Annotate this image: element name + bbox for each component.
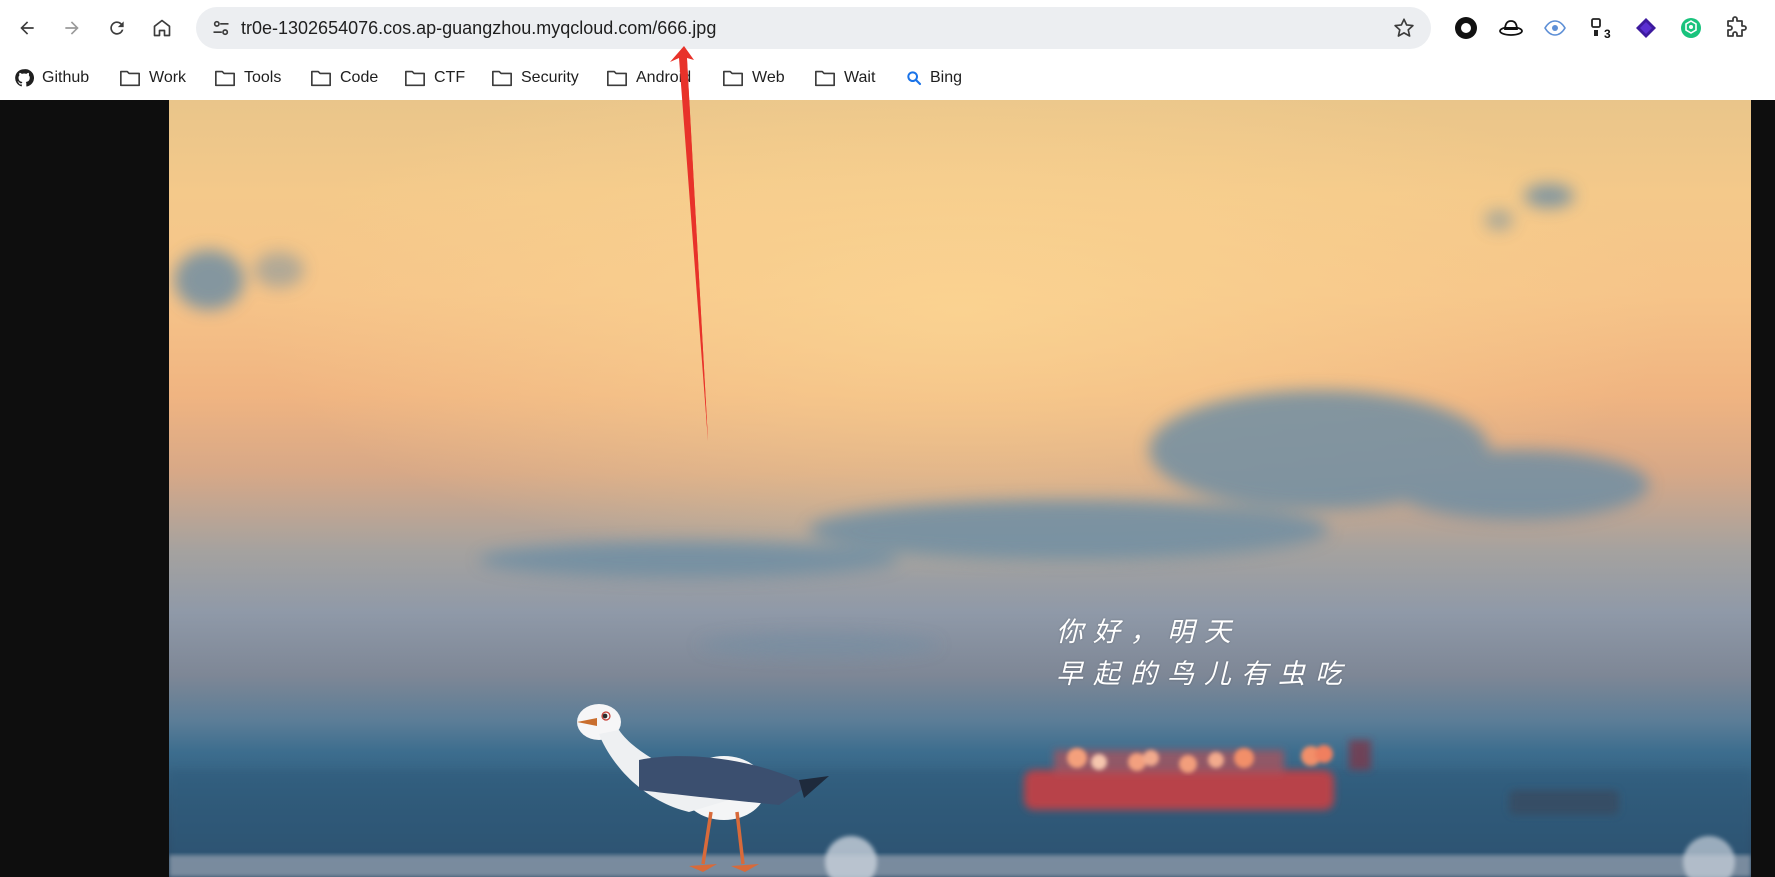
bookmark-folder-code[interactable]: Code xyxy=(310,64,378,92)
address-bar[interactable]: tr0e-1302654076.cos.ap-guangzhou.myqclou… xyxy=(196,7,1431,49)
arrow-left-icon xyxy=(20,21,34,35)
reload-button[interactable] xyxy=(99,10,135,46)
openai-extension-button[interactable] xyxy=(1676,13,1706,43)
arrow-right-icon xyxy=(65,21,79,35)
extension-badge: 3 xyxy=(1604,27,1611,41)
folder-icon xyxy=(405,70,425,87)
caption-line-1: 你好，明天 xyxy=(1056,617,1241,648)
forward-button[interactable] xyxy=(54,10,90,46)
bookmark-label: Web xyxy=(752,69,785,86)
folder-icon xyxy=(311,70,331,87)
folder-icon xyxy=(120,70,140,87)
folder-icon xyxy=(215,70,235,87)
bookmark-star-button[interactable] xyxy=(1391,15,1417,41)
eye-extension-button[interactable] xyxy=(1540,13,1570,43)
bookmark-label: Bing xyxy=(930,69,963,86)
hat-extension-button[interactable] xyxy=(1496,13,1526,43)
openai-extension-icon xyxy=(1681,18,1701,38)
circle-extension-button[interactable] xyxy=(1451,13,1481,43)
puzzle-badge-extension-button[interactable]: 3 xyxy=(1586,13,1616,43)
eye-extension-icon xyxy=(1544,20,1566,36)
bookmark-label: Work xyxy=(149,69,187,86)
bookmark-folder-tools[interactable]: Tools xyxy=(214,64,281,92)
bookmark-folder-ctf[interactable]: CTF xyxy=(404,64,465,92)
hat-extension-icon xyxy=(1499,20,1523,36)
bookmark-bing[interactable]: Bing xyxy=(906,64,962,92)
photo-scenery xyxy=(169,100,1751,877)
folder-icon xyxy=(815,70,835,87)
bookmark-label: Wait xyxy=(844,69,876,86)
search-icon xyxy=(907,71,922,86)
bookmark-folder-android[interactable]: Android xyxy=(606,64,691,92)
bookmark-label: Github xyxy=(42,69,90,86)
url-text[interactable]: tr0e-1302654076.cos.ap-guangzhou.myqclou… xyxy=(241,7,716,49)
bookmark-label: Android xyxy=(636,69,692,86)
github-icon xyxy=(15,69,34,87)
bookmarks-bar: Github Work Tools Code CTF Security Andr… xyxy=(0,56,1775,100)
diamond-extension-icon xyxy=(1636,18,1656,38)
reload-icon xyxy=(110,21,124,35)
bookmark-folder-work[interactable]: Work xyxy=(119,64,186,92)
extensions-puzzle-icon xyxy=(1727,16,1747,37)
bookmark-folder-security[interactable]: Security xyxy=(491,64,579,92)
browser-toolbar: tr0e-1302654076.cos.ap-guangzhou.myqclou… xyxy=(0,0,1775,56)
tune-icon xyxy=(213,20,229,36)
home-icon xyxy=(153,19,171,37)
bookmark-label: CTF xyxy=(434,69,466,86)
caption-line-2: 早起的鸟儿有虫吃 xyxy=(1056,659,1352,690)
seagull-sunset-image[interactable]: 你好，明天 早起的鸟儿有虫吃 xyxy=(169,100,1751,877)
bookmark-label: Tools xyxy=(244,69,282,86)
folder-icon xyxy=(607,70,627,87)
bookmark-folder-wait[interactable]: Wait xyxy=(814,64,875,92)
bookmark-github[interactable]: Github xyxy=(14,64,89,92)
folder-icon xyxy=(492,70,512,87)
extensions-menu-button[interactable] xyxy=(1721,13,1751,43)
star-icon xyxy=(1394,18,1414,37)
circle-extension-icon xyxy=(1455,17,1477,39)
home-button[interactable] xyxy=(144,10,180,46)
folder-icon xyxy=(723,70,743,87)
image-viewer: 你好，明天 早起的鸟儿有虫吃 xyxy=(0,100,1775,877)
image-caption: 你好，明天 早起的鸟儿有虫吃 xyxy=(1056,612,1352,696)
bookmark-folder-web[interactable]: Web xyxy=(722,64,785,92)
diamond-extension-button[interactable] xyxy=(1631,13,1661,43)
site-info-button[interactable] xyxy=(206,13,236,43)
back-button[interactable] xyxy=(9,10,45,46)
bookmark-label: Code xyxy=(340,69,379,86)
bookmark-label: Security xyxy=(521,69,579,86)
